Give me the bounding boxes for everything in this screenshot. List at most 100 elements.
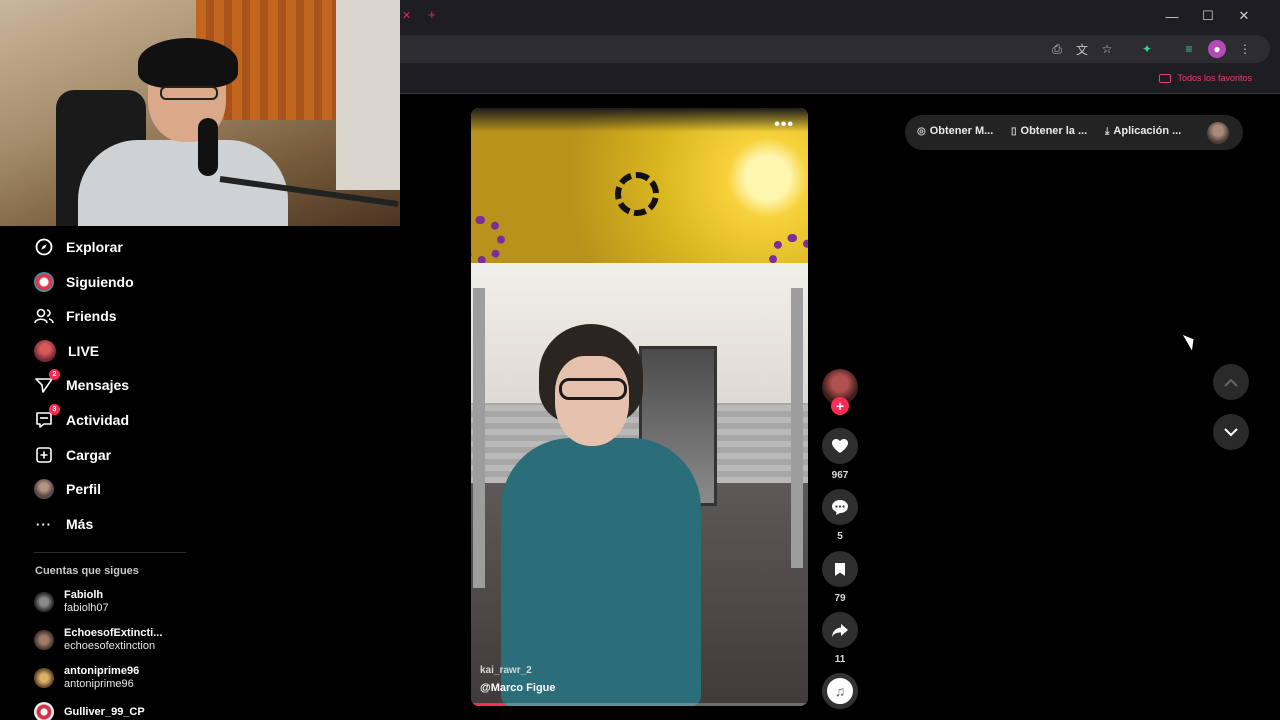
compass-icon <box>34 237 54 257</box>
next-video-button[interactable] <box>1213 414 1249 450</box>
sidebar-item-label: Explorar <box>66 239 123 255</box>
video-progress-fill <box>471 703 505 706</box>
sidebar-item-perfil[interactable]: Perfil <box>34 475 101 503</box>
video-player[interactable]: ••• kai_rawr_2 @Marco Figue <box>471 108 808 706</box>
avatar <box>34 702 54 720</box>
top-actions-bar: ◎ Obtener M... ▯ Obtener la ... ⤓ Aplica… <box>905 115 1243 150</box>
avatar <box>34 668 54 688</box>
account-handle: echoesofextinction <box>64 640 156 652</box>
get-app-button[interactable]: ▯ Obtener la ... <box>1011 125 1087 137</box>
following-account[interactable]: Gulliver_99_CP <box>34 702 145 720</box>
sidebar-item-actividad[interactable]: 3 Actividad <box>34 404 130 434</box>
sidebar-item-mas[interactable]: ··· Más <box>34 510 93 538</box>
share-icon <box>832 623 848 637</box>
bookmark-icon <box>835 562 845 576</box>
menu-kebab-icon[interactable]: ⋮ <box>1236 40 1254 58</box>
minimize-icon[interactable]: — <box>1154 5 1190 27</box>
avatar-icon <box>34 272 54 292</box>
phone-icon: ▯ <box>1011 125 1017 137</box>
webcam-person-glasses <box>160 86 218 100</box>
live-icon <box>34 340 56 362</box>
video-top-gradient <box>471 108 808 132</box>
all-bookmarks-folder[interactable]: Todos los favoritos <box>1159 73 1252 83</box>
like-button[interactable] <box>822 428 858 464</box>
desktop-app-button[interactable]: ⤓ Aplicación ... <box>1105 125 1181 137</box>
save-button[interactable] <box>822 551 858 587</box>
following-account[interactable]: antoniprime96 antoniprime96 <box>34 665 139 691</box>
share-button[interactable] <box>822 612 858 648</box>
following-account[interactable]: EchoesofExtincti... echoesofextinction <box>34 627 162 653</box>
video-author[interactable]: kai_rawr_2 <box>480 665 532 676</box>
following-title: Cuentas que sigues <box>35 565 139 577</box>
profile-icon[interactable]: ● <box>1208 40 1226 58</box>
mouse-cursor <box>1182 331 1199 351</box>
account-name: antoniprime96 <box>64 665 140 677</box>
sidebar-item-label: Perfil <box>66 481 102 497</box>
sidebar-item-siguiendo[interactable]: Siguiendo <box>34 268 134 296</box>
user-avatar[interactable] <box>1207 122 1229 144</box>
sidebar-item-label: Más <box>66 516 94 532</box>
follow-button[interactable]: + <box>831 397 849 415</box>
save-count: 79 <box>834 593 846 604</box>
more-icon: ··· <box>36 516 52 532</box>
video-person-glasses <box>559 378 627 400</box>
new-tab-icon[interactable]: + <box>428 7 436 22</box>
account-name: Gulliver_99_CP <box>64 705 145 718</box>
avatar <box>34 630 54 650</box>
like-count: 967 <box>831 470 849 481</box>
sidebar-item-explorar[interactable]: Explorar <box>34 233 123 261</box>
webcam-microphone <box>198 118 218 176</box>
sidebar-item-friends[interactable]: Friends <box>34 302 117 330</box>
messages-badge: 2 <box>49 369 60 380</box>
sidebar-item-cargar[interactable]: Cargar <box>34 441 111 469</box>
chevron-down-icon <box>1224 427 1238 436</box>
get-coins-button[interactable]: ◎ Obtener M... <box>917 125 993 137</box>
coin-icon: ◎ <box>917 125 926 137</box>
screen: ✕ + — ☐ ✕ ⎙ 文 ☆ ✦ ≡ ● ⋮ Todos los favori… <box>0 0 1280 720</box>
webcam-overlay <box>0 0 400 226</box>
following-account[interactable]: Fabiolh fabiolh07 <box>34 589 109 615</box>
download-icon: ⤓ <box>1105 125 1110 137</box>
extensions-icon[interactable]: ✦ <box>1138 40 1156 58</box>
video-machine-post <box>473 288 485 588</box>
chevron-up-icon <box>1224 378 1238 387</box>
close-icon[interactable]: ✕ <box>1226 5 1262 27</box>
browser-toolbar: ⎙ 文 ☆ ✦ ≡ ● ⋮ <box>400 32 1280 66</box>
sidebar-item-label: Actividad <box>66 412 130 428</box>
desktop-app-label: Aplicación ... <box>1113 125 1182 137</box>
sidebar-divider <box>34 552 186 553</box>
send-icon: 2 <box>34 369 60 395</box>
webcam-wall <box>336 0 400 190</box>
maximize-icon[interactable]: ☐ <box>1190 5 1226 27</box>
sidebar-item-live[interactable]: LIVE <box>34 337 99 365</box>
sidebar-item-label: LIVE <box>68 343 100 359</box>
bookmark-folder-label: Todos los favoritos <box>1177 73 1252 83</box>
music-disc-icon[interactable]: ♫ <box>822 673 858 709</box>
media-icon[interactable]: ≡ <box>1180 40 1198 58</box>
tab-close-icon[interactable]: ✕ <box>402 9 411 22</box>
profile-avatar-icon <box>34 479 54 499</box>
account-handle: antoniprime96 <box>64 678 134 690</box>
sidebar-item-mensajes[interactable]: 2 Mensajes <box>34 369 130 399</box>
comment-icon <box>832 499 848 515</box>
video-mention[interactable]: @Marco Figue <box>480 682 556 694</box>
sidebar-item-label: Mensajes <box>66 377 130 393</box>
translate-icon[interactable]: 文 <box>1073 40 1091 58</box>
install-app-icon[interactable]: ⎙ <box>1048 40 1066 58</box>
folder-icon <box>1159 73 1172 83</box>
browser-titlebar: ✕ + — ☐ ✕ <box>400 0 1280 32</box>
upload-icon <box>34 445 54 465</box>
sidebar-item-label: Siguiendo <box>66 274 134 290</box>
previous-video-button[interactable] <box>1213 364 1249 400</box>
video-progress-bar[interactable] <box>471 703 808 706</box>
comment-button[interactable] <box>822 489 858 525</box>
sidebar-item-label: Friends <box>66 308 117 324</box>
get-coins-label: Obtener M... <box>929 125 994 137</box>
video-person-face <box>555 356 629 446</box>
bookmark-star-icon[interactable]: ☆ <box>1098 40 1116 58</box>
video-more-icon[interactable]: ••• <box>774 116 794 134</box>
share-count: 11 <box>834 654 846 665</box>
get-app-label: Obtener la ... <box>1020 125 1088 137</box>
avatar <box>34 592 54 612</box>
account-name: Fabiolh <box>64 589 104 601</box>
